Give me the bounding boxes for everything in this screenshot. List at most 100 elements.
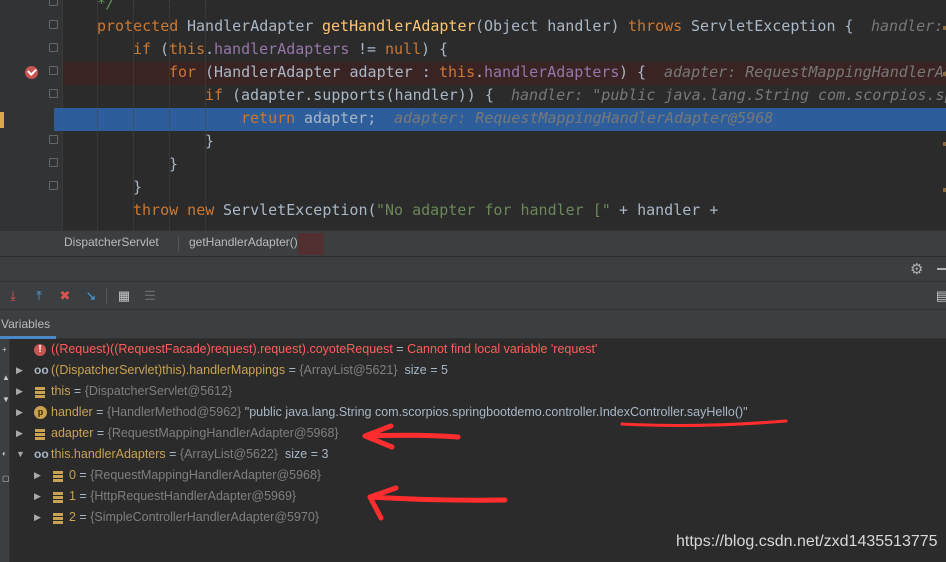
inline-value-hint: handler: "public java.lang.String com.sc… [511,86,946,104]
step-into-icon[interactable]: ⤓ [5,288,21,304]
fold-icon[interactable] [49,158,58,167]
code-token: ) { [619,63,665,81]
code-token: != [349,40,386,58]
code-token: + handler + [610,201,719,219]
variable-row[interactable]: ▶ 0 = {RequestMappingHandlerAdapter@5968} [11,465,946,486]
fold-icon[interactable] [49,135,58,144]
gear-icon[interactable]: ⚙ [910,260,923,278]
fold-icon[interactable] [49,0,58,6]
code-token: ) { [421,40,449,58]
code-line[interactable] [63,222,946,230]
execution-point-marker [0,112,4,128]
fold-icon[interactable] [49,89,58,98]
variable-separator: = [70,384,85,398]
collapse-toggle[interactable]: ▼ [16,444,26,465]
variable-separator: = [285,363,300,377]
code-editor[interactable]: */ protected HandlerAdapter getHandlerAda… [0,0,946,230]
code-line[interactable]: } [63,176,946,199]
expand-toggle[interactable]: ▶ [16,360,26,381]
code-line[interactable]: */ [63,0,946,15]
breakpoint-icon[interactable] [25,66,38,79]
variable-row[interactable]: ▼ oo this.handlerAdapters = {ArrayList@562… [11,444,946,465]
code-token: ( [160,40,170,58]
code-line[interactable]: return adapter; adapter: RequestMappingH… [63,107,946,130]
variable-row[interactable]: ▶ p handler = {HandlerMethod@5962} "public… [11,402,946,423]
editor-gutter[interactable] [0,0,62,230]
variable-value: {ArrayList@5622} [179,447,279,461]
fold-icon[interactable] [49,43,58,52]
variable-row[interactable]: ▶ oo ((DispatcherServlet)this).handlerMapp… [11,360,946,381]
expand-toggle[interactable]: ▶ [16,381,26,402]
move-down-icon[interactable]: ▼ [2,395,10,404]
code-token: HandlerAdapter [187,17,323,35]
frames-strip[interactable]: + ▲ ▼ ◐ ▢ [0,339,10,562]
field-icon [52,512,64,524]
code-token: throw new [133,201,224,219]
expand-toggle[interactable]: ▶ [16,423,26,444]
variable-name: 0 [69,468,76,482]
expand-toggle[interactable]: ▶ [34,465,44,486]
code-line[interactable]: } [63,130,946,153]
code-line[interactable]: if (adapter.supports(handler)) { handler… [63,84,946,107]
variable-text: 2 = {SimpleControllerHandlerAdapter@5970… [69,507,319,528]
view-icon[interactable]: ◐ [2,449,7,458]
variables-tree[interactable]: ! ((Request)((RequestFacade)request).requ… [11,339,946,562]
variable-text: ((Request)((RequestFacade)request).reque… [51,339,597,360]
fold-icon[interactable] [49,66,58,75]
code-token: . [475,63,485,81]
variable-separator: = [75,468,91,482]
code-token: for [169,63,206,81]
fold-icon[interactable] [49,20,58,29]
expand-toggle[interactable]: ▶ [34,486,44,507]
hide-panel-icon[interactable] [937,268,946,270]
evaluate-icon[interactable]: ▦ [116,288,132,304]
code-token: "No adapter for handler [" [376,201,611,219]
variable-text: ((DispatcherServlet)this).handlerMapping… [51,360,448,381]
expand-toggle[interactable]: ▶ [34,507,44,528]
error-icon: ! [34,344,46,356]
variable-value: {RequestMappingHandlerAdapter@5968} [90,468,322,482]
code-line[interactable]: for (HandlerAdapter adapter : this. handl… [63,61,946,84]
parameter-icon: p [34,406,47,419]
field-icon [34,386,46,398]
field-icon [52,470,64,482]
inline-value-hint: adapter: RequestMappingHandlerAdapter@59… [664,63,946,81]
expand-toggle[interactable]: ▶ [16,402,26,423]
restore-icon[interactable]: ▢ [2,474,10,483]
code-line[interactable]: if (this. handlerAdapters != null) { [63,38,946,61]
variable-separator: = [75,510,91,524]
breadcrumb: DispatcherServlet getHandlerAdapter() [0,230,946,256]
tab-variables[interactable]: Variables [0,310,56,339]
variable-row[interactable]: ▶ 1 = {HttpRequestHandlerAdapter@5969} [11,486,946,507]
variable-extra: size = 3 [278,447,329,461]
inline-value-hint: adapter: RequestMappingHandlerAdapter@59… [394,109,774,127]
variable-value: Cannot find local variable 'request' [407,342,598,356]
variable-name: ((DispatcherServlet)this).handlerMapping… [51,363,286,377]
layout-icon[interactable]: ▤ [934,288,946,304]
code-token: } [133,178,143,196]
code-line[interactable]: throw new ServletException("No adapter f… [63,199,946,222]
variable-text: this.handlerAdapters = {ArrayList@5622} … [51,444,328,465]
remove-watch-icon[interactable]: ▲ [2,373,10,382]
code-token: . [205,40,215,58]
code-token: this [439,63,476,81]
variable-text: 1 = {HttpRequestHandlerAdapter@5969} [69,486,296,507]
trace-icon[interactable]: ☰ [142,288,158,304]
add-watch-icon[interactable]: + [2,345,7,354]
variable-row[interactable]: ▶ this = {DispatcherServlet@5612} [11,381,946,402]
code-line[interactable]: } [63,153,946,176]
variable-row[interactable]: ▶ 2 = {SimpleControllerHandlerAdapter@597… [11,507,946,528]
breadcrumb-method[interactable]: getHandlerAdapter() [189,235,298,249]
toolbar-separator [106,288,107,304]
variable-row[interactable]: ! ((Request)((RequestFacade)request).requ… [11,339,946,360]
watermark: https://blog.csdn.net/zxd1435513775 [676,533,938,550]
variable-row[interactable]: ▶ adapter = {RequestMappingHandlerAdapter… [11,423,946,444]
fold-icon[interactable] [49,181,58,190]
breadcrumb-class[interactable]: DispatcherServlet [64,235,159,249]
variable-value: {DispatcherServlet@5612} [84,384,233,398]
drop-frame-icon[interactable]: ✖ [57,288,73,304]
step-out-icon[interactable]: ⤒ [31,288,47,304]
code-line[interactable]: protected HandlerAdapter getHandlerAdapt… [63,15,946,38]
run-to-cursor-icon[interactable]: ↘ [83,288,99,304]
code-token: handlerAdapters [484,63,620,81]
